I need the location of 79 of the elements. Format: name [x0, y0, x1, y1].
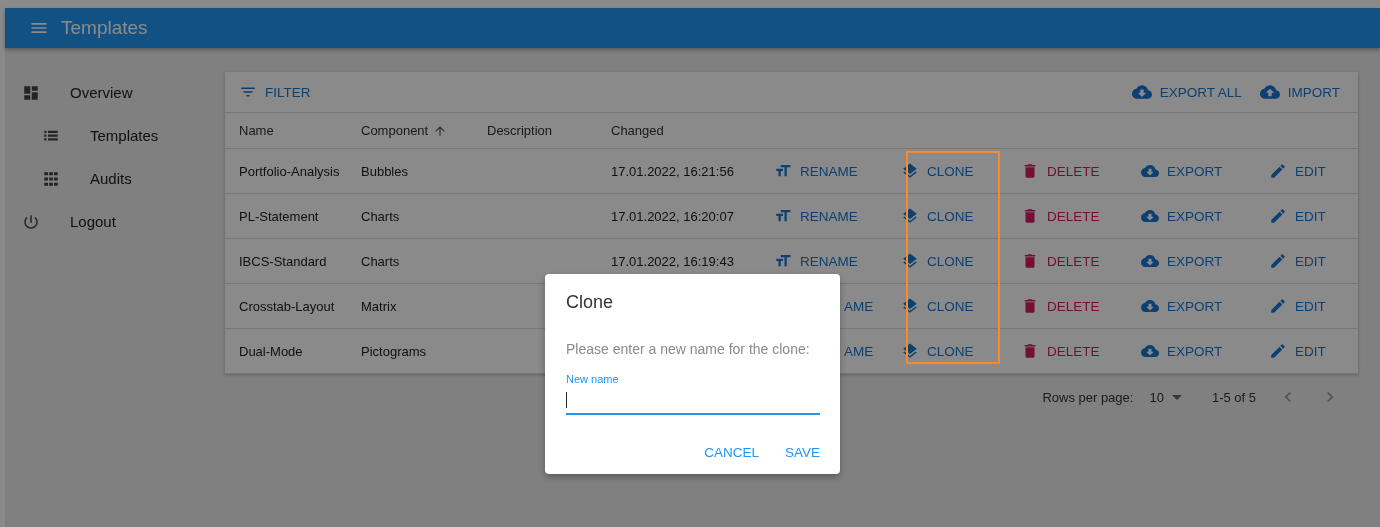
cloud-download-icon [1131, 82, 1152, 102]
export-button[interactable]: EXPORT [1141, 207, 1223, 225]
changed-cell: 17.01.2022, 16:21:56 [611, 163, 734, 179]
column-header[interactable]: Changed [611, 123, 664, 138]
rename-button[interactable]: AME [844, 343, 874, 359]
cloud-upload-icon [1259, 82, 1280, 102]
export-all-button[interactable]: EXPORT ALL [1131, 82, 1248, 102]
rename-button[interactable]: RENAME [774, 207, 858, 225]
edit-button[interactable]: EDIT [1269, 342, 1326, 360]
pencil-icon [1269, 207, 1287, 225]
layers-icon [901, 342, 919, 360]
rows-per-page-label: Rows per page: [1042, 389, 1134, 405]
edit-button[interactable]: EDIT [1269, 207, 1326, 225]
save-button[interactable]: SAVE [785, 445, 820, 460]
export-button[interactable]: EXPORT [1141, 342, 1223, 360]
edit-button[interactable]: EDIT [1269, 297, 1326, 315]
nav-item[interactable]: Overview [5, 71, 225, 114]
dialog-message: Please enter a new name for the clone: [566, 341, 811, 357]
pencil-icon [1269, 252, 1287, 270]
cloud-download-icon [1141, 207, 1159, 225]
import-button[interactable]: IMPORT [1259, 82, 1346, 102]
new-name-field[interactable]: New name [566, 373, 820, 415]
edit-button[interactable]: EDIT [1269, 162, 1326, 180]
cloud-download-icon [1141, 297, 1159, 315]
layers-icon [901, 162, 919, 180]
clone-button[interactable]: CLONE [901, 342, 974, 360]
clone-button[interactable]: CLONE [901, 297, 974, 315]
dashboard-icon [22, 83, 40, 102]
export-button[interactable]: EXPORT [1141, 162, 1223, 180]
clone-button[interactable]: CLONE [901, 207, 974, 225]
rename-button[interactable]: RENAME [774, 162, 858, 180]
nav-item[interactable]: Audits [5, 157, 225, 200]
nav-item[interactable]: Logout [5, 200, 225, 243]
dialog-title: Clone [566, 292, 615, 313]
export-button[interactable]: EXPORT [1141, 252, 1223, 270]
name-cell: IBCS-Standard [239, 253, 327, 269]
layers-icon [901, 252, 919, 270]
cloud-download-icon [1141, 162, 1159, 180]
pencil-icon [1269, 342, 1287, 360]
component-cell: Matrix [361, 298, 397, 314]
cloud-download-icon [1141, 342, 1159, 360]
component-cell: Bubbles [361, 163, 408, 179]
delete-button[interactable]: DELETE [1021, 162, 1100, 180]
filter-button[interactable]: FILTER [239, 83, 317, 101]
name-cell: Crosstab-Layout [239, 298, 335, 314]
pencil-icon [1269, 297, 1287, 315]
delete-button[interactable]: DELETE [1021, 252, 1100, 270]
rename-button[interactable]: AME [844, 298, 874, 314]
nav-item[interactable]: Templates [5, 114, 225, 157]
export-button[interactable]: EXPORT [1141, 297, 1223, 315]
delete-button[interactable]: DELETE [1021, 207, 1100, 225]
column-header[interactable]: Name [239, 123, 274, 138]
pencil-icon [1269, 162, 1287, 180]
delete-button[interactable]: DELETE [1021, 342, 1100, 360]
name-cell: PL-Statement [239, 208, 319, 224]
grid-icon [42, 169, 60, 188]
component-cell: Charts [361, 253, 400, 269]
name-cell: Portfolio-Analysis [239, 163, 340, 179]
clone-button[interactable]: CLONE [901, 162, 974, 180]
edit-button[interactable]: EDIT [1269, 252, 1326, 270]
changed-cell: 17.01.2022, 16:19:43 [611, 253, 734, 269]
caret-icon [1171, 394, 1182, 400]
cancel-button[interactable]: CANCEL [704, 445, 759, 460]
power-icon [22, 212, 40, 231]
component-cell: Charts [361, 208, 400, 224]
column-header[interactable]: Component [361, 123, 448, 138]
app-title: Templates [61, 17, 148, 39]
component-cell: Pictograms [361, 343, 427, 359]
column-header[interactable]: Description [487, 123, 553, 138]
cloud-download-icon [1141, 252, 1159, 270]
layers-icon [901, 207, 919, 225]
rows-per-page-select[interactable]: 10 [1149, 389, 1182, 405]
layers-icon [901, 297, 919, 315]
changed-cell: 17.01.2022, 16:20:07 [611, 208, 734, 224]
rename-button[interactable]: RENAME [774, 252, 858, 270]
page-range: 1-5 of 5 [1211, 389, 1256, 405]
clone-button[interactable]: CLONE [901, 252, 974, 270]
delete-button[interactable]: DELETE [1021, 297, 1100, 315]
name-cell: Dual-Mode [239, 343, 303, 359]
